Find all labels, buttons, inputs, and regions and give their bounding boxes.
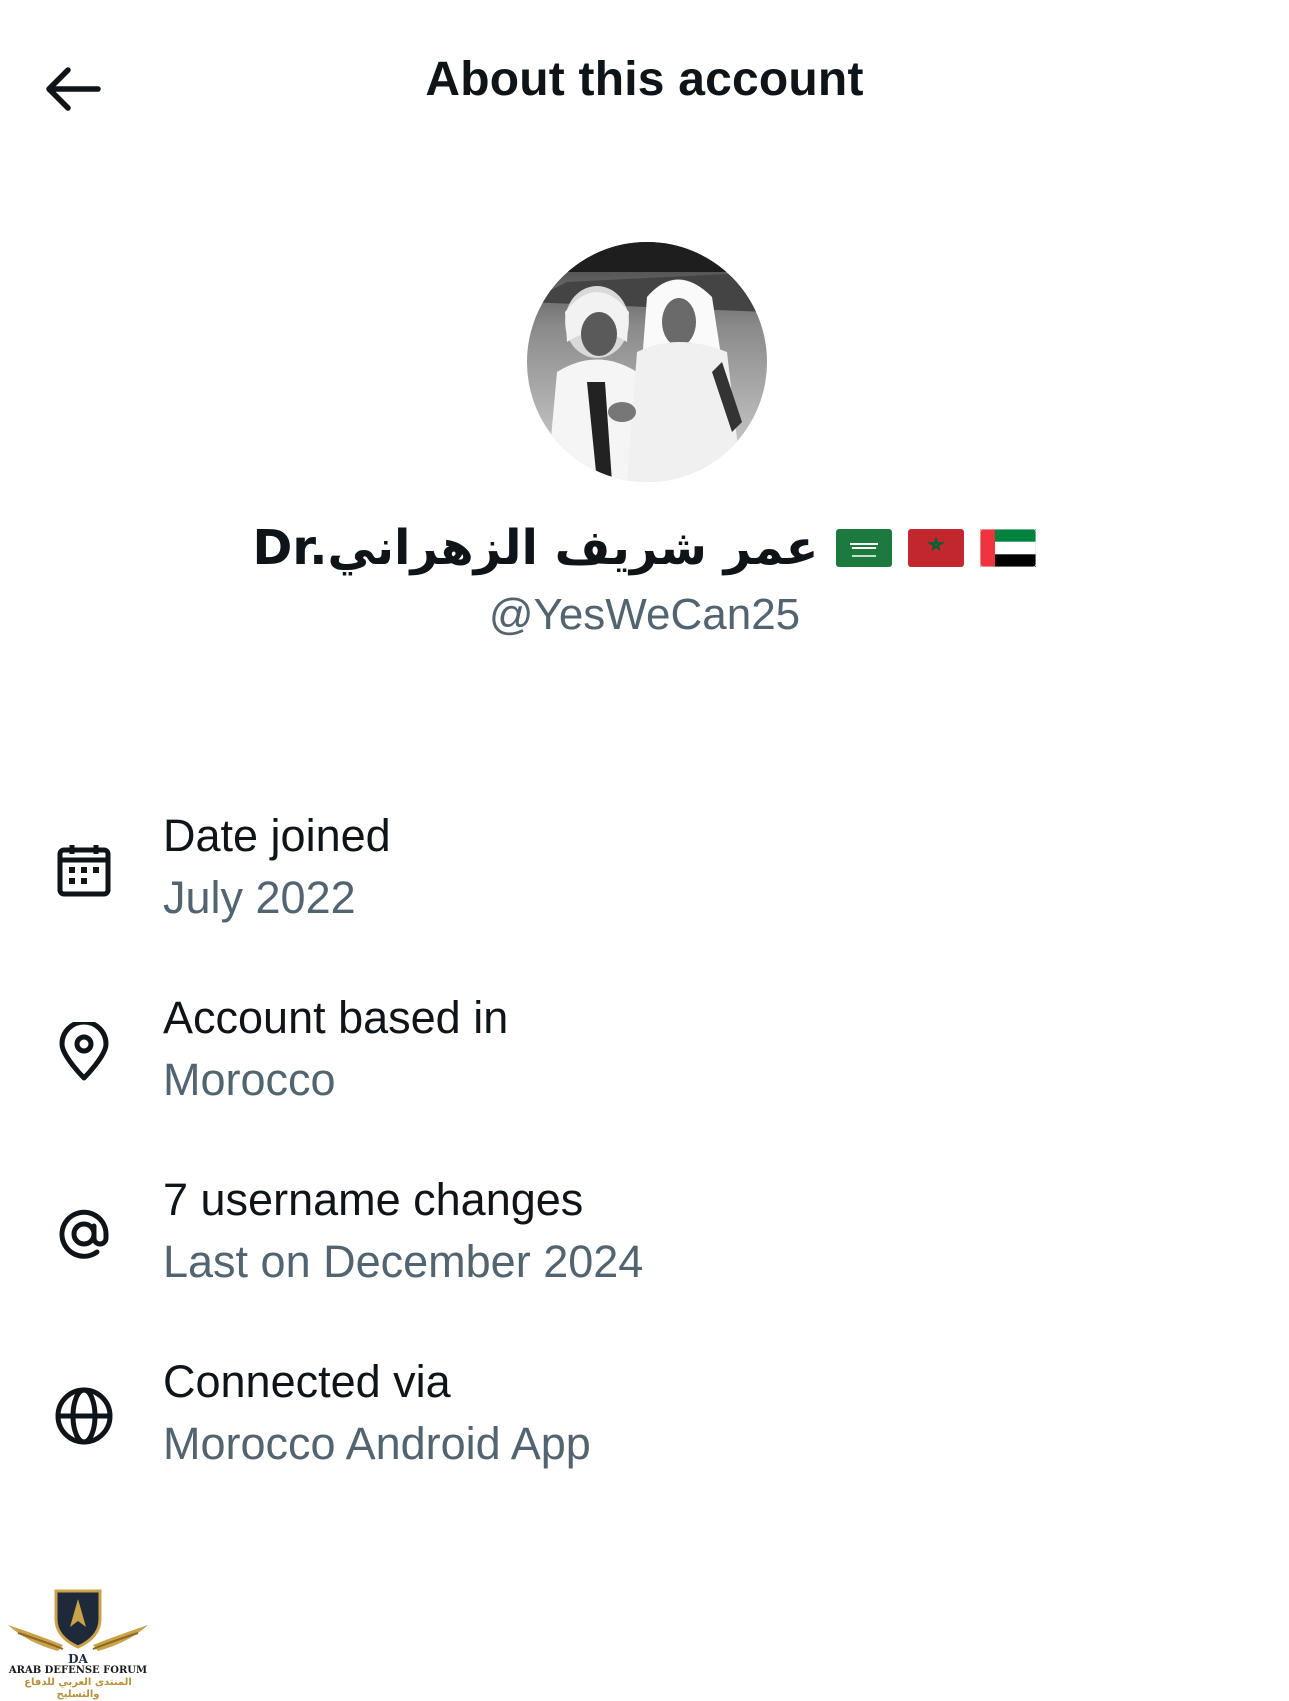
watermark-logo: DA ARAB DEFENSE FORUM المنتدى العربي للد… [8, 1585, 148, 1700]
watermark-name-ar: المنتدى العربي للدفاع والتسليح [24, 1677, 132, 1700]
flag-emojis [836, 529, 1037, 567]
globe-icon [48, 1380, 120, 1452]
info-label: Connected via [163, 1356, 451, 1407]
uae-flag [980, 529, 1037, 567]
info-value: Last on December 2024 [163, 1236, 644, 1287]
display-name: Dr.عمر شريف الزهراني [252, 520, 819, 576]
info-row-account-location: Account based in Morocco [0, 982, 1289, 1122]
at-sign-icon [48, 1198, 120, 1270]
display-name-row: Dr.عمر شريف الزهراني [0, 520, 1289, 576]
calendar-icon [48, 834, 120, 906]
info-row-username-changes: 7 username changes Last on December 2024 [0, 1164, 1289, 1304]
info-row-date-joined: Date joined July 2022 [0, 800, 1289, 940]
info-label: Account based in [163, 992, 509, 1043]
profile-avatar[interactable] [527, 242, 767, 482]
username-handle: @YesWeCan25 [488, 590, 801, 639]
forum-shield-logo: DA [8, 1589, 148, 1666]
info-value: July 2022 [163, 872, 356, 923]
watermark-name-en: ARAB DEFENSE FORUM [8, 1665, 148, 1676]
info-value: Morocco Android App [163, 1418, 591, 1469]
page-title: About this account [425, 53, 864, 106]
saudi-arabia-flag [836, 529, 893, 567]
watermark-initials: DA [68, 1652, 88, 1665]
top-bar: About this account [0, 0, 1289, 170]
location-pin-icon [48, 1016, 120, 1088]
profile-avatar-photo [527, 242, 767, 482]
morocco-flag [908, 529, 965, 567]
info-row-connected-via: Connected via Morocco Android App [0, 1346, 1289, 1486]
info-label: Date joined [163, 810, 391, 861]
info-label: 7 username changes [163, 1174, 584, 1225]
info-value: Morocco [163, 1054, 336, 1105]
